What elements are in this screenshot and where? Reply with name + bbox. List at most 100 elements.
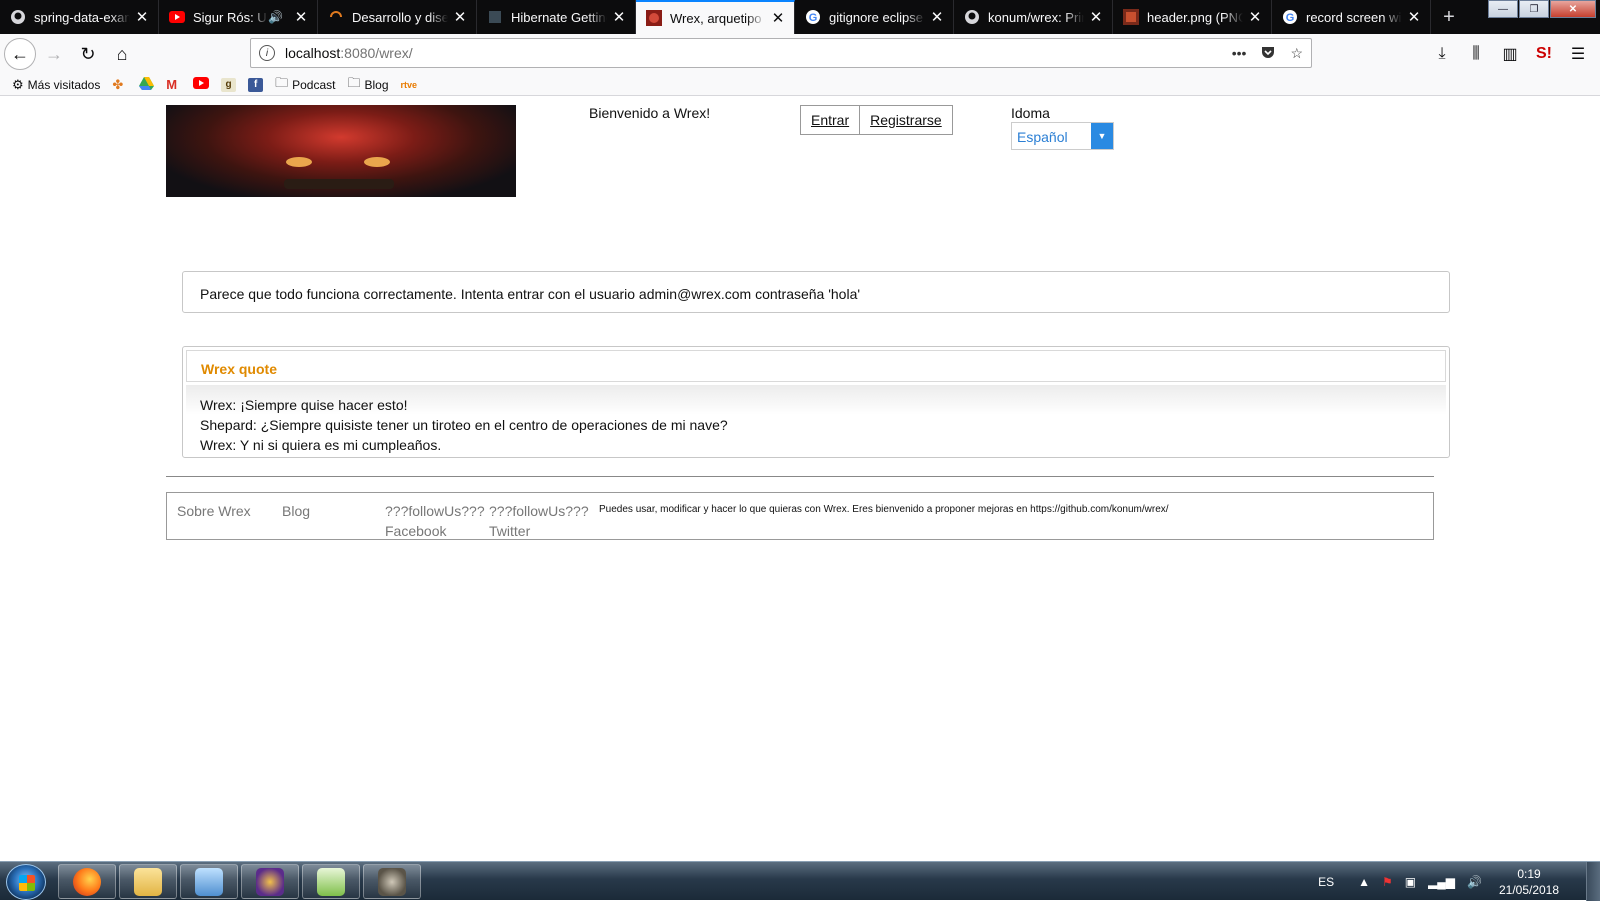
- taskbar-editor[interactable]: [302, 864, 360, 899]
- close-icon[interactable]: ✕: [1088, 8, 1104, 26]
- bookmark-pinwheel[interactable]: ✤: [112, 77, 127, 93]
- bookmark-label: Blog: [364, 77, 389, 92]
- footer-facebook-column: ???followUs??? Facebook: [385, 501, 485, 541]
- bookmark-podcast[interactable]: 🗀 Podcast: [275, 74, 335, 96]
- taskbar-explorer[interactable]: [119, 864, 177, 899]
- bookmark-youtube[interactable]: [193, 77, 210, 92]
- bookmark-blog[interactable]: 🗀 Blog: [347, 74, 388, 96]
- close-icon[interactable]: ✕: [134, 8, 150, 26]
- tab-desarrollo[interactable]: Desarrollo y diseño ✕: [318, 0, 477, 34]
- bookmark-gmail[interactable]: M: [166, 77, 181, 92]
- taskbar-gimp[interactable]: [363, 864, 421, 899]
- bookmark-most-visited[interactable]: ⚙ Más visitados: [12, 77, 100, 93]
- close-icon[interactable]: ✕: [293, 8, 309, 26]
- close-icon[interactable]: ✕: [452, 8, 468, 26]
- bookmark-drive[interactable]: [139, 76, 155, 93]
- system-tray: ES ▲ ⚑ ▣ ▂▄▆ 🔊 0:19 21/05/2018: [1318, 862, 1600, 901]
- tab-hibernate[interactable]: Hibernate Getting ✕: [477, 0, 636, 34]
- back-button[interactable]: ←: [4, 38, 36, 70]
- tab-gitignore[interactable]: G gitignore eclipse fi ✕: [795, 0, 954, 34]
- taskbar-remote-desktop[interactable]: [180, 864, 238, 899]
- footer-twitter-link[interactable]: Twitter: [489, 521, 589, 541]
- tab-spring-data[interactable]: spring-data-example ✕: [0, 0, 159, 34]
- bookmarks-bar: ⚙ Más visitados ✤ M g f 🗀 Podcast 🗀 Blog rt…: [0, 74, 1600, 96]
- library-icon: ⫼: [1472, 45, 1480, 62]
- svg-text:G: G: [1286, 12, 1295, 24]
- downloads-button[interactable]: ⤓: [1426, 38, 1458, 70]
- info-message: Parece que todo funciona correctamente. …: [182, 271, 1450, 313]
- firefox-icon: [73, 867, 101, 896]
- login-button[interactable]: Entrar: [800, 105, 861, 135]
- footer-blog-link[interactable]: Blog: [282, 501, 310, 521]
- info-icon[interactable]: i: [259, 45, 275, 61]
- folder-icon: 🗀: [347, 74, 361, 90]
- bookmark-rtve[interactable]: rtve: [401, 80, 418, 90]
- more-actions-icon[interactable]: •••: [1232, 45, 1247, 61]
- close-icon[interactable]: ✕: [929, 8, 945, 26]
- taskbar-firefox[interactable]: [58, 864, 116, 899]
- library-button[interactable]: ⫼: [1460, 38, 1492, 70]
- reload-button[interactable]: ↻: [72, 38, 104, 70]
- bookmark-facebook[interactable]: f: [248, 77, 264, 92]
- home-button[interactable]: ⌂: [106, 38, 138, 70]
- close-icon[interactable]: ✕: [611, 8, 627, 26]
- footer-about-link[interactable]: Sobre Wrex: [177, 501, 251, 521]
- close-icon[interactable]: ✕: [1247, 8, 1263, 26]
- hibernate-icon: [487, 9, 503, 25]
- auth-buttons: Entrar Registrarse: [800, 105, 953, 135]
- menu-button[interactable]: ☰: [1562, 38, 1594, 70]
- folder-icon: 🗀: [275, 74, 289, 90]
- tab-sigur-ros[interactable]: Sigur Rós: Untitled 🔊 ✕: [159, 0, 318, 34]
- extension-s-icon: S!: [1536, 45, 1552, 62]
- address-bar[interactable]: i localhost:8080/wrex/ ••• ☆: [250, 38, 1312, 68]
- speaker-icon[interactable]: 🔊: [268, 10, 283, 24]
- show-desktop-button[interactable]: [1586, 862, 1600, 901]
- network-icon[interactable]: ▂▄▆: [1428, 875, 1455, 889]
- pocket-icon[interactable]: [1260, 44, 1276, 63]
- start-button[interactable]: [6, 864, 46, 900]
- new-tab-button[interactable]: +: [1431, 0, 1467, 34]
- chevron-up-icon[interactable]: ▲: [1358, 875, 1370, 889]
- close-icon[interactable]: ✕: [1406, 8, 1422, 26]
- action-center-flag-icon[interactable]: ⚑: [1382, 875, 1393, 889]
- bookmark-label: Podcast: [292, 77, 336, 92]
- tab-record-screen[interactable]: G record screen wind ✕: [1272, 0, 1431, 34]
- footer-follow-label: ???followUs???: [489, 503, 589, 519]
- maximize-button[interactable]: ❐: [1519, 0, 1549, 18]
- forward-button[interactable]: →: [38, 38, 70, 70]
- url-text[interactable]: localhost:8080/wrex/: [285, 45, 1218, 61]
- clock[interactable]: 0:19 21/05/2018: [1494, 866, 1564, 898]
- close-window-button[interactable]: ✕: [1550, 0, 1596, 18]
- taskbar-eclipse[interactable]: [241, 864, 299, 899]
- chevron-down-icon[interactable]: ▼: [1091, 123, 1113, 149]
- hamburger-icon: ☰: [1570, 46, 1586, 63]
- facebook-icon: f: [248, 77, 264, 92]
- footer-facebook-link[interactable]: Facebook: [385, 521, 485, 541]
- extension-button[interactable]: S!: [1528, 38, 1560, 70]
- spinner-icon: [328, 9, 344, 25]
- language-select[interactable]: Español ▼: [1011, 122, 1114, 150]
- quote-line: Shepard: ¿Siempre quisiste tener un tiro…: [200, 417, 728, 433]
- folder-icon: [134, 867, 162, 896]
- language-label: Idoma: [1011, 105, 1050, 121]
- tab-wrex[interactable]: Wrex, arquetipo JSF ✕: [636, 0, 795, 34]
- toolbar-right: ⤓ ⫼ ▥ S! ☰: [1424, 38, 1594, 70]
- clock-date: 21/05/2018: [1498, 882, 1560, 897]
- reload-icon: ↻: [80, 43, 96, 64]
- bookmark-goodreads[interactable]: g: [221, 77, 237, 92]
- welcome-text: Bienvenido a Wrex!: [589, 105, 711, 121]
- device-icon[interactable]: ▣: [1405, 875, 1416, 889]
- tab-header-png[interactable]: header.png (PNG I ✕: [1113, 0, 1272, 34]
- quote-line: Wrex: Y ni si quiera es mi cumpleaños.: [200, 437, 442, 453]
- register-button[interactable]: Registrarse: [860, 105, 953, 135]
- tab-konum-wrex[interactable]: konum/wrex: Prim ✕: [954, 0, 1113, 34]
- bookmark-star-icon[interactable]: ☆: [1290, 45, 1303, 62]
- sidebar-button[interactable]: ▥: [1494, 38, 1526, 70]
- close-icon[interactable]: ✕: [770, 9, 786, 27]
- minimize-button[interactable]: —: [1488, 0, 1518, 18]
- bookmark-label: Más visitados: [27, 77, 101, 92]
- input-language[interactable]: ES: [1318, 875, 1334, 889]
- volume-icon[interactable]: 🔊: [1467, 875, 1482, 889]
- footer-follow-label: ???followUs???: [385, 503, 485, 519]
- banner-mouth: [284, 179, 394, 189]
